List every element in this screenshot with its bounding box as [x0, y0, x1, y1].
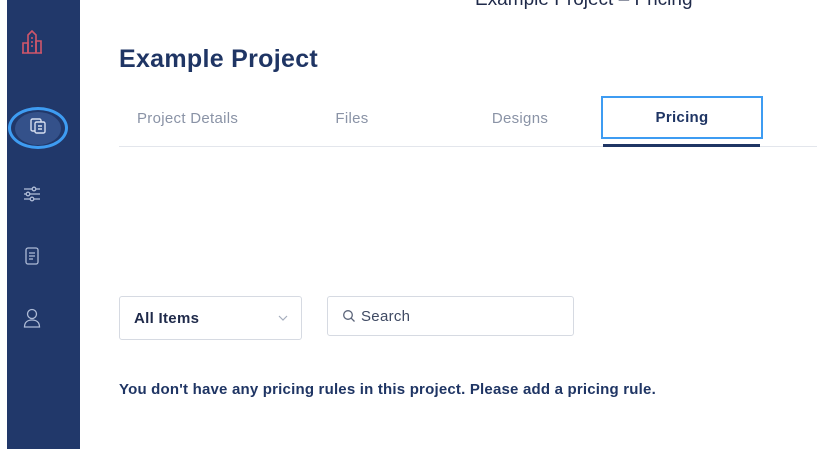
- user-icon: [23, 308, 41, 333]
- buildings-logo-icon[interactable]: [0, 22, 68, 62]
- tab-designs[interactable]: Designs: [485, 96, 555, 140]
- sliders-icon: [23, 186, 41, 207]
- sidebar-item-projects[interactable]: [7, 107, 80, 149]
- tab-project-details[interactable]: Project Details: [137, 96, 263, 140]
- active-indicator-ring: [7, 107, 68, 149]
- document-icon: [24, 246, 40, 270]
- page-title: Example Project: [119, 45, 319, 73]
- projects-icon: [29, 117, 46, 139]
- search-icon: [342, 309, 356, 323]
- sidebar: [7, 0, 80, 449]
- tab-bar: Project Details Files Designs Pricing: [119, 96, 817, 148]
- empty-state-message: You don't have any pricing rules in this…: [119, 381, 656, 398]
- active-tab-underline: [603, 144, 760, 147]
- items-filter-select[interactable]: All Items: [119, 296, 302, 340]
- search-box[interactable]: [327, 296, 574, 336]
- sidebar-item-profile[interactable]: [0, 300, 68, 340]
- sidebar-item-documents[interactable]: [0, 238, 68, 278]
- chevron-down-icon: [277, 311, 289, 329]
- search-input[interactable]: [361, 307, 551, 325]
- items-filter-value: All Items: [134, 309, 200, 327]
- tab-pricing[interactable]: Pricing: [601, 96, 763, 139]
- header-clipped-text: Example Project – Pricing: [475, 0, 693, 11]
- sidebar-item-filters[interactable]: [0, 176, 68, 216]
- tab-files[interactable]: Files: [327, 96, 377, 140]
